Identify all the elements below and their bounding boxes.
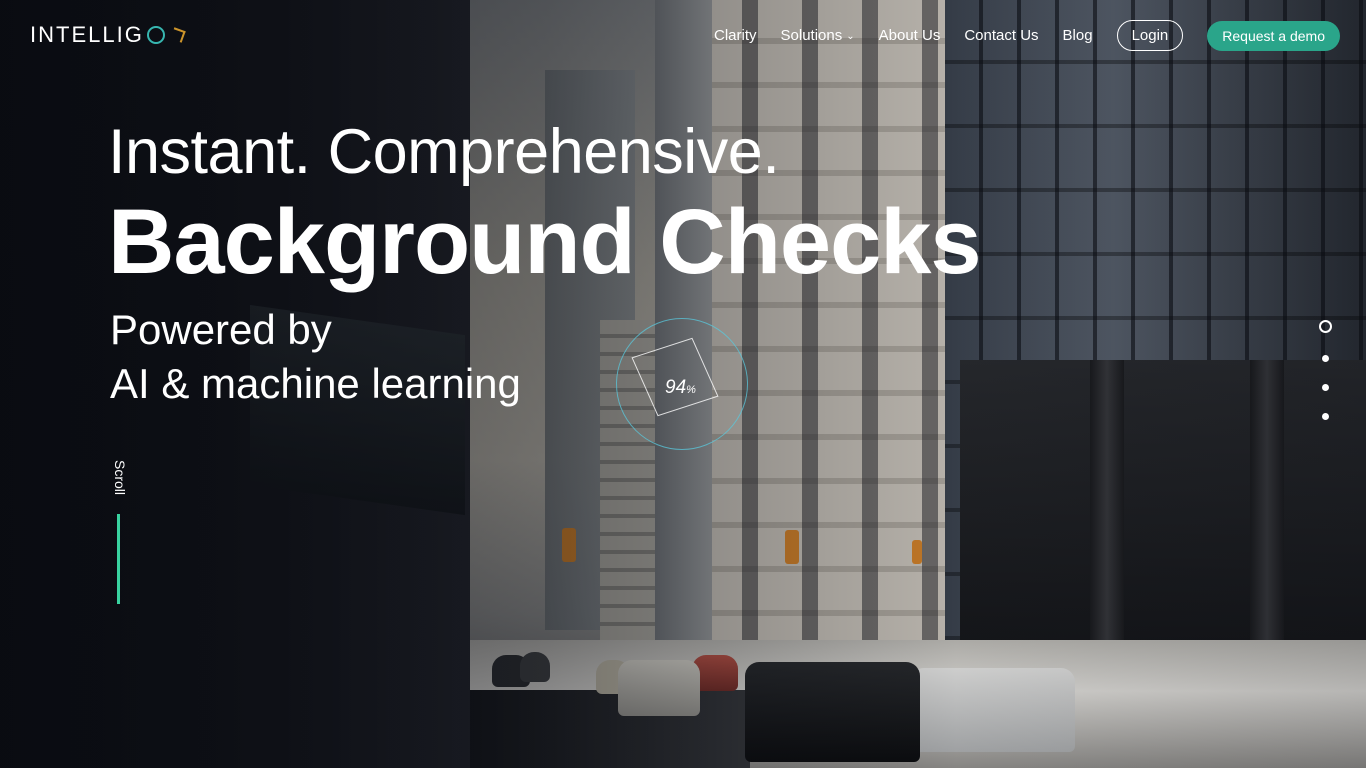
- slider-dot-4[interactable]: [1322, 413, 1329, 420]
- login-button[interactable]: Login: [1116, 20, 1184, 51]
- nav-contact-us[interactable]: Contact Us: [964, 27, 1038, 44]
- intelligo-logo[interactable]: INTELLIG: [30, 22, 186, 48]
- hero-subtitle-line1: Powered by: [110, 306, 332, 353]
- logo-o-ring-icon: [146, 26, 165, 44]
- chevron-down-icon: ⌄: [846, 31, 855, 42]
- nav-solutions[interactable]: Solutions ⌄: [781, 27, 855, 44]
- scroll-label[interactable]: Scroll: [112, 460, 128, 495]
- request-demo-button[interactable]: Request a demo: [1207, 20, 1340, 51]
- hero-subtitle-line2: AI & machine learning: [110, 360, 521, 407]
- nav-clarity[interactable]: Clarity: [714, 27, 757, 44]
- score-value: 94%: [665, 377, 696, 398]
- slider-dot-3[interactable]: [1322, 384, 1329, 391]
- nav-about-us[interactable]: About Us: [879, 27, 941, 44]
- main-nav: Clarity Solutions ⌄ About Us Contact Us B…: [714, 20, 1340, 51]
- score-badge: 94%: [616, 318, 748, 450]
- hero-tagline: Instant. Comprehensive.: [108, 117, 780, 187]
- slider-pagination: [1319, 320, 1332, 420]
- slider-dot-1[interactable]: [1319, 320, 1332, 333]
- logo-text: INTELLIG: [30, 22, 144, 47]
- logo-accent-icon: [170, 27, 186, 43]
- nav-blog[interactable]: Blog: [1063, 27, 1093, 44]
- scroll-indicator-line: [117, 514, 120, 604]
- hero-title: Background Checks: [108, 191, 982, 293]
- slider-dot-2[interactable]: [1322, 355, 1329, 362]
